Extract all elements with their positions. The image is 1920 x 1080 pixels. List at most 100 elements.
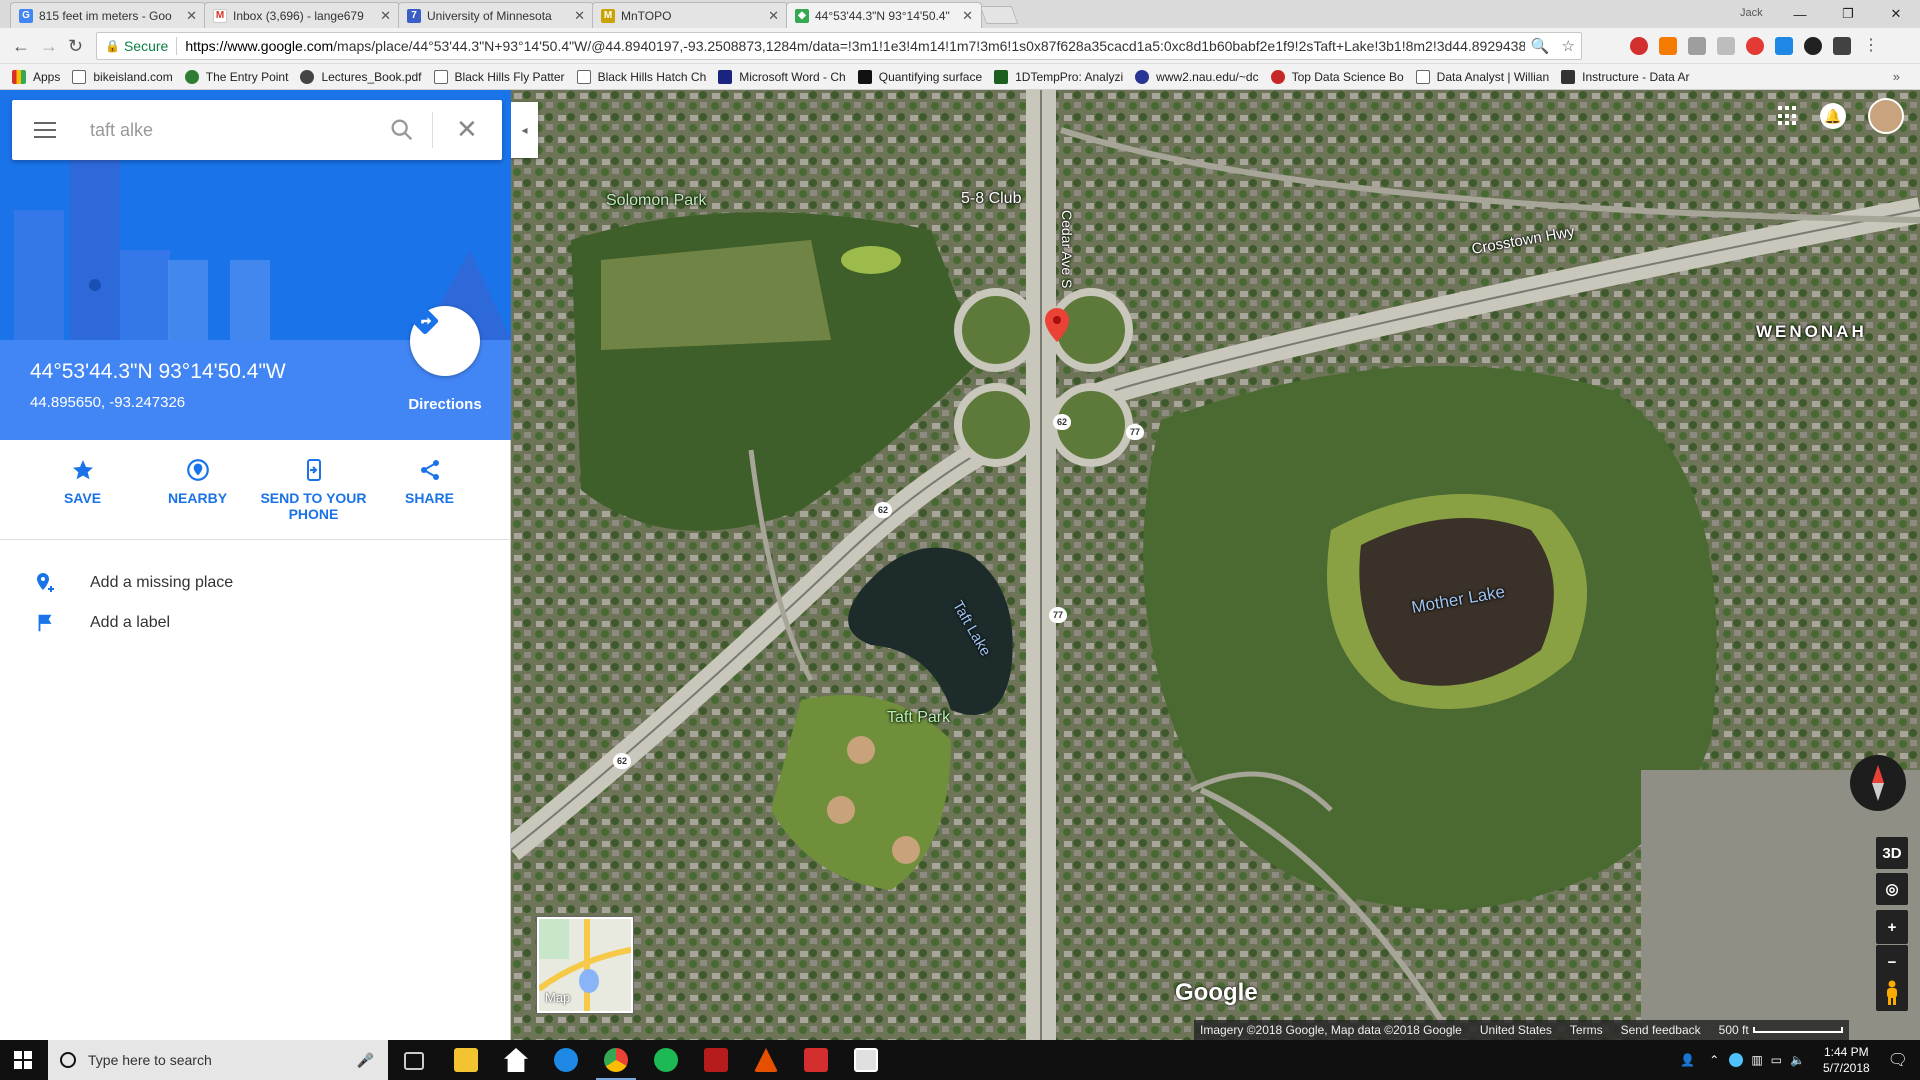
bookmark-nau[interactable]: www2.nau.edu/~dc — [1135, 69, 1259, 84]
tab-gmail-inbox[interactable]: M Inbox (3,696) - lange679 ✕ — [204, 2, 400, 28]
region-link[interactable]: United States — [1480, 1023, 1552, 1037]
terms-link[interactable]: Terms — [1570, 1023, 1603, 1037]
close-icon[interactable]: ✕ — [456, 114, 478, 145]
github-extension-icon[interactable] — [1804, 37, 1822, 55]
address-bar[interactable]: 🔒 Secure https://www.google.com/maps/pla… — [96, 32, 1582, 60]
matlab-icon[interactable] — [754, 1048, 778, 1072]
hamburger-menu-icon[interactable] — [34, 122, 56, 143]
forward-arrow-icon[interactable]: → — [40, 36, 58, 57]
maximize-icon[interactable]: ❐ — [1824, 0, 1872, 28]
record-extension-icon[interactable] — [1746, 37, 1764, 55]
windows-start-icon[interactable] — [14, 1051, 32, 1069]
zoom-icon[interactable]: 🔍 — [1531, 37, 1550, 55]
taskbar-search-box[interactable]: Type here to search 🎤 — [48, 1040, 388, 1080]
close-tab-icon[interactable]: ✕ — [962, 8, 973, 24]
close-window-icon[interactable]: ✕ — [1872, 0, 1920, 28]
more-bookmarks-icon[interactable]: » — [1893, 69, 1900, 84]
network-icon[interactable]: ▥ — [1751, 1053, 1762, 1067]
notifications-icon[interactable]: 🔔 — [1820, 103, 1846, 129]
search-input[interactable] — [90, 116, 380, 144]
map-label-solomon-park[interactable]: Solomon Park — [606, 192, 707, 210]
bookmark-microsoft-word[interactable]: Microsoft Word - Ch — [718, 69, 846, 84]
action-center-icon[interactable]: 🗨 — [1888, 1050, 1908, 1070]
close-tab-icon[interactable]: ✕ — [186, 8, 197, 24]
volume-icon[interactable]: 🔈 — [1790, 1053, 1805, 1067]
add-missing-place-link[interactable]: Add a missing place — [0, 563, 511, 603]
map-label-taft-park[interactable]: Taft Park — [887, 709, 950, 727]
close-tab-icon[interactable]: ✕ — [574, 8, 585, 24]
adobe-reader-icon[interactable] — [704, 1048, 728, 1072]
bookmark-1dtemppro[interactable]: 1DTempPro: Analyzi — [994, 69, 1123, 84]
url-text[interactable]: https://www.google.com/maps/place/44°53'… — [185, 38, 1525, 54]
send-feedback-link[interactable]: Send feedback — [1621, 1023, 1701, 1037]
task-view-icon[interactable] — [404, 1052, 424, 1070]
close-tab-icon[interactable]: ✕ — [768, 8, 779, 24]
tab-google-search[interactable]: G 815 feet im meters - Goo ✕ — [10, 2, 206, 28]
send-to-phone-button[interactable]: SEND TO YOUR PHONE — [256, 454, 371, 522]
share-button[interactable]: SHARE — [372, 454, 487, 506]
avatar[interactable] — [1868, 98, 1904, 134]
bookmark-top-data-science[interactable]: Top Data Science Bo — [1270, 69, 1404, 84]
bookmark-data-analyst[interactable]: Data Analyst | Willian — [1415, 69, 1549, 84]
battery-icon[interactable]: ▭ — [1771, 1053, 1782, 1067]
save-button[interactable]: SAVE — [25, 454, 140, 506]
bookmark-black-hills-fly[interactable]: Black Hills Fly Patter — [433, 69, 565, 84]
reload-icon[interactable]: ↻ — [68, 36, 83, 57]
map-label-5-8-club[interactable]: 5-8 Club — [961, 190, 1021, 208]
google-apps-icon[interactable] — [1778, 106, 1798, 126]
search-icon[interactable] — [388, 116, 416, 144]
new-tab-button[interactable] — [979, 6, 1019, 24]
edge-icon[interactable] — [554, 1048, 578, 1072]
satellite-map[interactable]: ◂ Solomon Park 5-8 Club Cedar Ave S Cros… — [511, 90, 1920, 1040]
back-arrow-icon[interactable]: ← — [12, 36, 30, 57]
tray-chevron-icon[interactable]: ⌃ — [1709, 1053, 1719, 1067]
map-type-label: Map — [545, 990, 571, 1005]
puzzle-extension-icon[interactable] — [1717, 37, 1735, 55]
street-view-pegman-icon[interactable] — [1876, 975, 1908, 1011]
tab-university-of-minnesota[interactable]: 7 University of Minnesota ✕ — [398, 2, 594, 28]
microphone-icon[interactable]: 🎤 — [357, 1052, 374, 1069]
scale-bar[interactable]: 500 ft — [1719, 1023, 1843, 1037]
directions-button[interactable] — [410, 306, 480, 376]
my-location-icon[interactable]: ◎ — [1876, 873, 1908, 905]
opera-extension-icon[interactable] — [1630, 37, 1648, 55]
map-type-toggle[interactable]: Map — [537, 917, 633, 1013]
bookmark-apps[interactable]: Apps — [12, 69, 60, 84]
bookmark-instructure[interactable]: Instructure - Data Ar — [1561, 69, 1690, 84]
taskbar-clock[interactable]: 1:44 PM 5/7/2018 — [1823, 1044, 1870, 1076]
zoom-out-button[interactable]: − — [1876, 945, 1908, 979]
acrobat-icon[interactable] — [804, 1048, 828, 1072]
bookmark-black-hills-hatch[interactable]: Black Hills Hatch Ch — [576, 69, 706, 84]
window-user-name[interactable]: Jack — [1740, 7, 1763, 19]
add-label-link[interactable]: Add a label — [0, 603, 511, 643]
bookmark-quantifying-surface[interactable]: Quantifying surface — [857, 69, 982, 84]
nearby-icon — [186, 459, 209, 481]
hangouts-extension-icon[interactable] — [1688, 37, 1706, 55]
minimize-icon[interactable]: — — [1776, 0, 1824, 28]
tab-mntopo[interactable]: M MnTOPO ✕ — [592, 2, 788, 28]
directions-label[interactable]: Directions — [384, 396, 506, 413]
spotify-icon[interactable] — [654, 1048, 678, 1072]
rss-extension-icon[interactable] — [1659, 37, 1677, 55]
bookmark-lectures-book[interactable]: Lectures_Book.pdf — [300, 69, 422, 84]
bookmark-star-icon[interactable]: ☆ — [1562, 37, 1575, 55]
compass-button[interactable] — [1850, 755, 1906, 811]
bookmark-entry-point[interactable]: The Entry Point — [184, 69, 288, 84]
people-icon[interactable]: 👤 — [1680, 1053, 1695, 1067]
screenshot-extension-icon[interactable] — [1833, 37, 1851, 55]
zoom-in-button[interactable]: + — [1876, 910, 1908, 944]
home-icon[interactable] — [504, 1048, 528, 1072]
3d-toggle-button[interactable]: 3D — [1876, 837, 1908, 869]
file-explorer-icon[interactable] — [454, 1048, 478, 1072]
close-tab-icon[interactable]: ✕ — [380, 8, 391, 24]
collapse-panel-button[interactable]: ◂ — [511, 102, 538, 158]
photos-icon[interactable] — [854, 1048, 878, 1072]
docs-extension-icon[interactable] — [1775, 37, 1793, 55]
chrome-icon[interactable] — [596, 1048, 636, 1080]
imagery-attribution: Imagery ©2018 Google, Map data ©2018 Goo… — [1200, 1023, 1462, 1037]
chrome-menu-icon[interactable]: ⋮ — [1862, 37, 1880, 55]
bookmark-bikeisland[interactable]: bikeisland.com — [72, 69, 173, 84]
weather-tray-icon[interactable] — [1729, 1053, 1744, 1067]
nearby-button[interactable]: NEARBY — [140, 454, 255, 506]
tab-google-maps[interactable]: ◆ 44°53'44.3"N 93°14'50.4" ✕ — [786, 2, 982, 28]
